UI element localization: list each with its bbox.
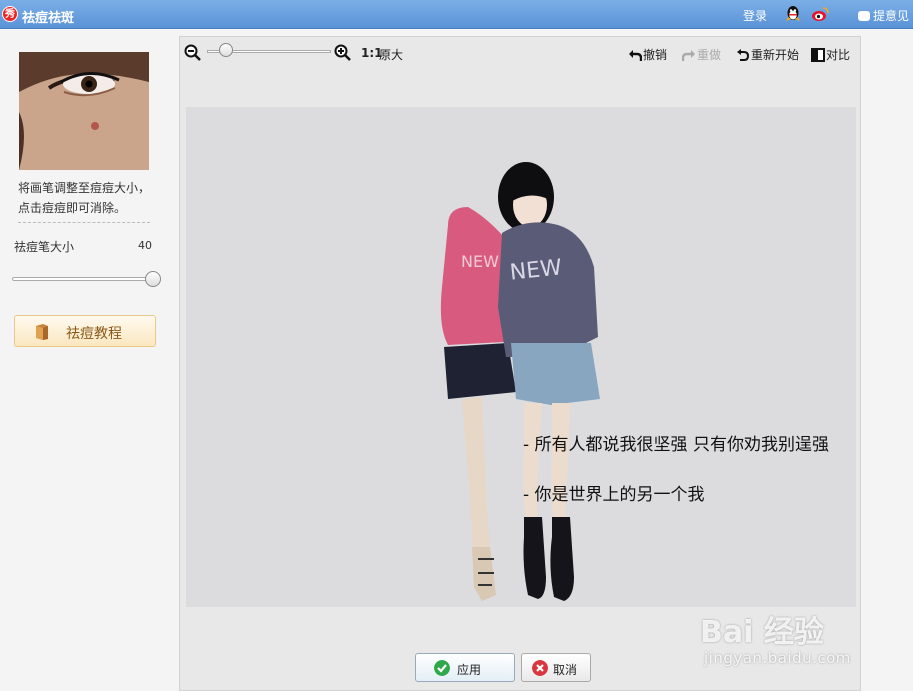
undo-icon (629, 50, 643, 61)
login-link[interactable]: 登录 (743, 7, 767, 24)
left-shirt-text: NEW (461, 252, 499, 271)
brush-size-label: 祛痘笔大小 (14, 240, 75, 254)
restart-label: 重新开始 (751, 48, 800, 62)
example-preview-image (19, 52, 149, 170)
actual-size-button[interactable]: 原大 (379, 46, 403, 63)
compare-button[interactable]: 对比 (811, 46, 850, 63)
app-logo-icon: 秀 (2, 6, 18, 22)
weibo-icon[interactable] (811, 6, 829, 22)
close-circle-icon (532, 660, 548, 676)
cancel-button[interactable]: 取消 (521, 653, 591, 682)
photo-canvas[interactable]: NEW NEW - 所有人都说我很坚强 只有你劝我别逞强 - 你是世界上的另一个… (186, 107, 856, 607)
restart-button[interactable]: 重新开始 (736, 46, 799, 63)
book-icon (36, 324, 48, 340)
restart-icon (737, 49, 750, 61)
instructions-line-1: 将画笔调整至痘痘大小， (18, 181, 151, 195)
zoom-in-icon[interactable] (334, 44, 351, 61)
divider (18, 222, 150, 223)
zoom-slider-thumb[interactable] (219, 43, 233, 57)
cancel-label: 取消 (553, 663, 578, 677)
caption-line-1: - 所有人都说我很坚强 只有你劝我别逞强 (523, 435, 829, 455)
zoom-out-icon[interactable] (184, 44, 201, 61)
brush-size-slider-thumb[interactable] (145, 271, 161, 287)
toolbar: 1:1 原大 撤销 重做 重新开始 对比 (180, 37, 860, 71)
apply-label: 应用 (457, 663, 482, 677)
qq-icon[interactable] (785, 5, 801, 23)
watermark-logo: Bai 经验 (700, 615, 824, 650)
redo-label: 重做 (697, 48, 722, 62)
instructions-text: 将画笔调整至痘痘大小， 点击痘痘即可消除。 (18, 178, 158, 218)
redo-icon (681, 50, 695, 61)
compare-label: 对比 (826, 48, 851, 62)
redo-button[interactable]: 重做 (681, 46, 722, 63)
brush-size-value: 40 (138, 239, 152, 252)
apply-button[interactable]: 应用 (415, 653, 515, 682)
undo-label: 撤销 (643, 48, 668, 62)
tutorial-button[interactable]: 祛痘教程 (14, 315, 156, 347)
caption-line-2: - 你是世界上的另一个我 (523, 485, 705, 505)
photo-image: NEW NEW (186, 107, 856, 607)
undo-button[interactable]: 撤销 (628, 46, 667, 63)
instructions-line-2: 点击痘痘即可消除。 (18, 201, 127, 215)
check-circle-icon (434, 660, 450, 676)
watermark-url: jingyan.baidu.com (704, 649, 851, 667)
title-bar: 秀 祛痘祛斑 登录 提意见 (0, 0, 913, 29)
speech-bubble-icon (858, 11, 870, 21)
feedback-link[interactable]: 提意见 (858, 7, 909, 24)
brush-size-slider-track[interactable] (12, 277, 160, 281)
tutorial-label: 祛痘教程 (66, 326, 122, 342)
app-title: 祛痘祛斑 (22, 11, 75, 26)
compare-icon (811, 48, 825, 62)
feedback-label: 提意见 (873, 9, 910, 23)
editor-panel: 1:1 原大 撤销 重做 重新开始 对比 NEW NEW - 所有人都说我很坚强… (179, 36, 861, 691)
baidu-jingyan-watermark: Bai 经验 jingyan.baidu.com (700, 597, 913, 669)
sidebar: 将画笔调整至痘痘大小， 点击痘痘即可消除。 祛痘笔大小 40 祛痘教程 (0, 30, 172, 691)
